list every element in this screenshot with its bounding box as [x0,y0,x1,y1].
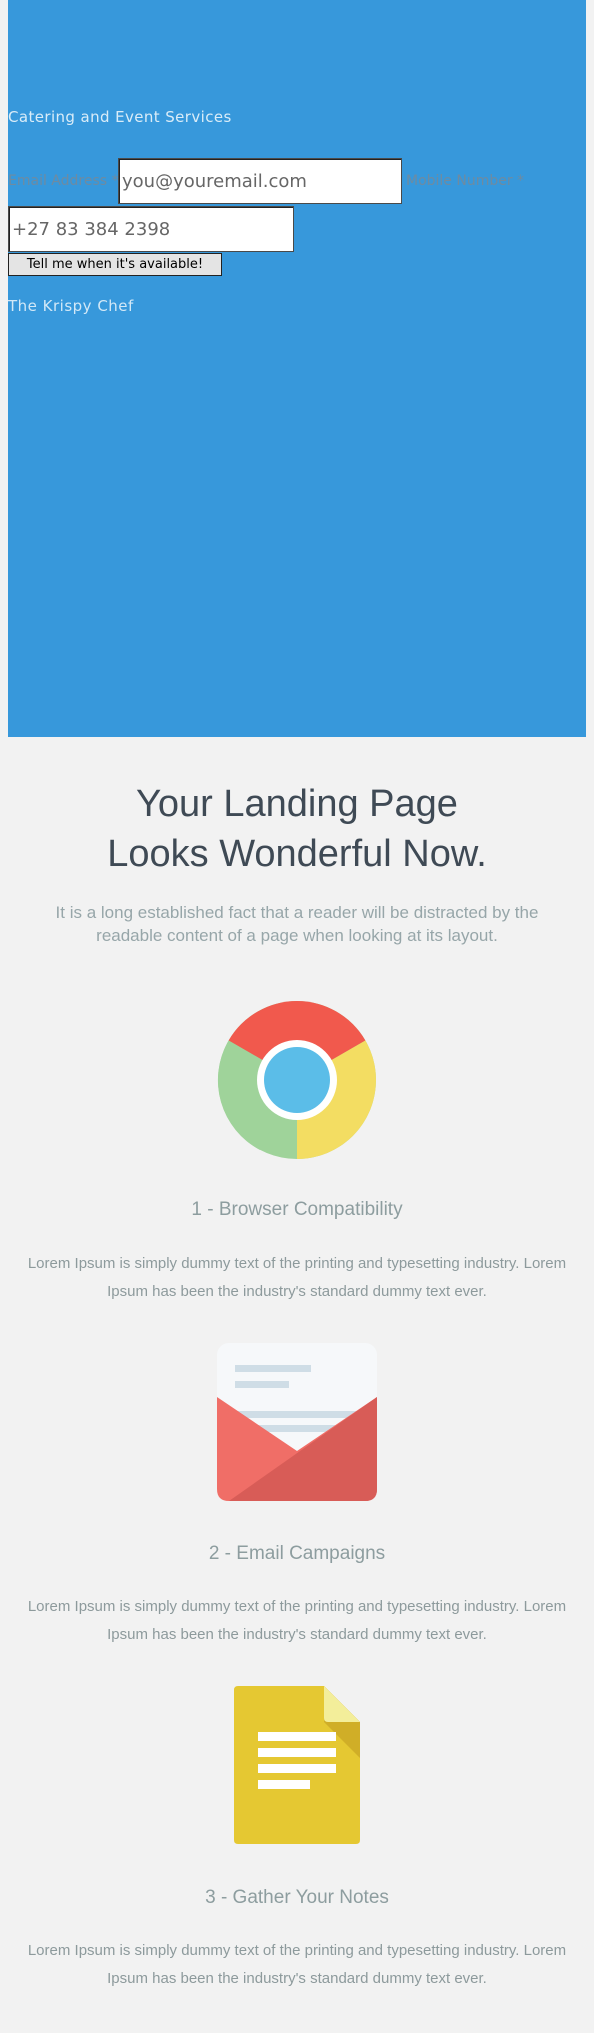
page-headline: Your Landing Page Looks Wonderful Now. [0,779,594,879]
tagline: Catering and Event Services [8,108,232,126]
envelope-icon [217,1343,377,1501]
feature-title-email: 2 - Email Campaigns [208,1543,386,1564]
headline-line-2: Looks Wonderful Now. [107,833,487,875]
document-icon [234,1686,360,1844]
hero-section: Catering and Event Services Email Addres… [8,0,586,737]
feature-title-browser: 1 - Browser Compatibility [191,1199,403,1220]
email-label: Email Address * [8,173,119,189]
feature-text-email: Lorem Ipsum is simply dummy text of the … [27,1598,567,1643]
mobile-input[interactable] [8,206,294,252]
mobile-label: Mobile Number * [406,173,525,189]
notify-button[interactable]: Tell me when it's available! [8,253,222,276]
chrome-icon [217,1000,377,1160]
brand-name: The Krispy Chef [8,297,134,315]
headline-line-1: Your Landing Page [136,783,458,825]
lead-paragraph: It is a long established fact that a rea… [55,903,539,945]
feature-text-browser: Lorem Ipsum is simply dummy text of the … [27,1255,567,1300]
feature-title-notes: 3 - Gather Your Notes [205,1887,389,1908]
feature-text-notes: Lorem Ipsum is simply dummy text of the … [27,1942,567,1987]
email-input[interactable] [118,158,402,204]
